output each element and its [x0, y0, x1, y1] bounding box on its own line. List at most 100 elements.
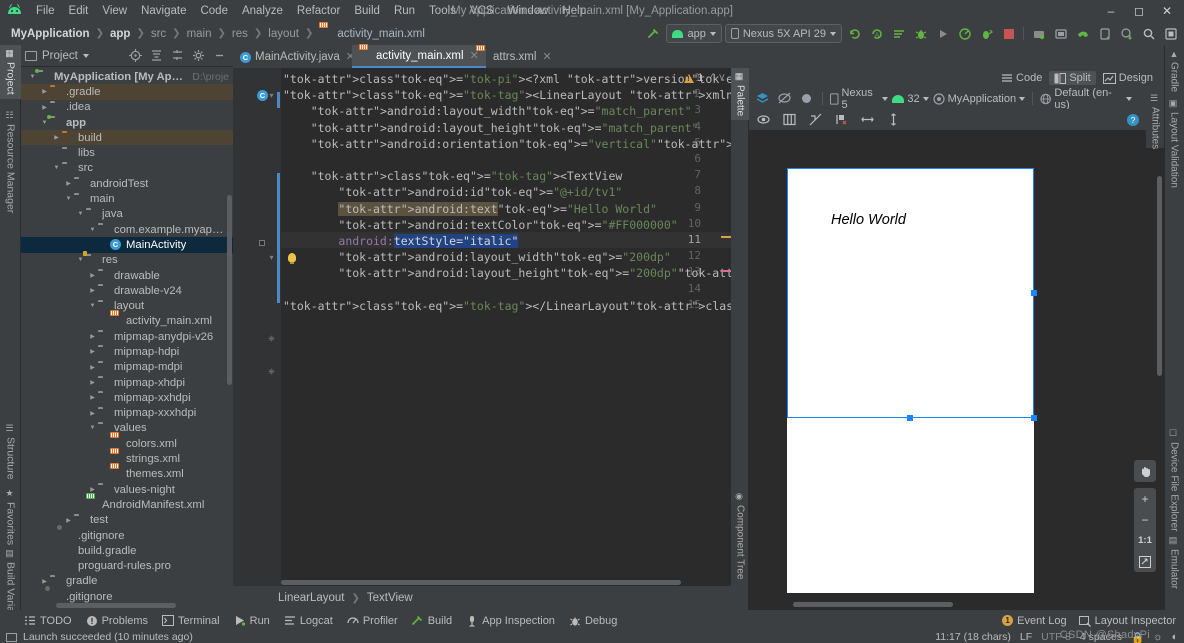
help-icon[interactable]: ?	[1123, 110, 1142, 129]
fold-end-icon[interactable]: ⎈	[267, 367, 276, 376]
sidebar-item-palette[interactable]: ▦ Palette	[731, 68, 749, 121]
tree-node-build-gradle[interactable]: build.gradle	[21, 543, 233, 558]
tree-expander[interactable]	[51, 134, 62, 141]
tree-node-mipmap-hdpi[interactable]: mipmap-hdpi	[21, 344, 233, 359]
sidebar-item-device-file-explorer[interactable]: ☐ Device File Explorer	[1164, 425, 1184, 535]
module-selector[interactable]: app	[666, 24, 722, 43]
avd-device-icon[interactable]	[1051, 24, 1070, 43]
layout-inspector-icon[interactable]	[1095, 24, 1114, 43]
code-line-7[interactable]: "tok-attr">class"tok-eq">="tok-tag"><Tex…	[283, 168, 623, 184]
code-line-13[interactable]: "tok-attr">android:layout_height"tok-eq"…	[283, 265, 731, 281]
intention-bulb-icon[interactable]	[288, 253, 296, 264]
code-line-10[interactable]: "tok-attr">android:textColor"tok-eq">="#…	[283, 217, 677, 233]
tree-node-proguard-rules-pro[interactable]: proguard-rules.pro	[21, 559, 233, 574]
tree-node-gradle[interactable]: .gradle	[21, 84, 233, 100]
tab-mainactivity-java[interactable]: C MainActivity.java ✕	[233, 45, 362, 68]
code-line-1[interactable]: "tok-attr">class"tok-eq">="tok-pi"><?xml…	[283, 71, 731, 87]
code-line-11[interactable]: android:textStyle="italic"	[283, 233, 519, 249]
tree-expander[interactable]	[39, 578, 50, 585]
menu-build[interactable]: Build	[347, 3, 387, 19]
eye-icon[interactable]	[754, 110, 773, 129]
horizontal-align-icon[interactable]	[858, 110, 877, 129]
sidebar-item-gradle[interactable]: ▲ Gradle	[1164, 45, 1184, 96]
scroll-from-source-icon[interactable]	[126, 46, 145, 65]
tree-expander[interactable]	[63, 196, 74, 202]
sidebar-item-resource-manager[interactable]: ☷ Resource Manager	[0, 107, 21, 217]
canvas-scrollbar-vertical[interactable]	[1157, 176, 1162, 376]
code-line-9[interactable]: "tok-attr">android:text"tok-eq">="Hello …	[283, 201, 657, 217]
bottom-item-layout-inspector[interactable]: Layout Inspector	[1078, 615, 1176, 627]
breadcrumb-main[interactable]: main	[184, 27, 215, 41]
menu-run[interactable]: Run	[387, 3, 422, 19]
minimize-button[interactable]: –	[1098, 0, 1124, 22]
menu-code[interactable]: Code	[193, 3, 235, 19]
code-editor[interactable]: 1 2 3 4 5 6 7 8 9 10 11 12 13 14 15 "tok-attr">class"t…	[233, 68, 731, 586]
vertical-align-icon[interactable]	[884, 110, 903, 129]
tab-attrs-xml[interactable]: attrs.xml ✕	[469, 45, 559, 68]
resize-handle-bottom[interactable]	[907, 415, 913, 421]
notification-icon[interactable]: ☼	[1153, 631, 1163, 643]
tree-node-myapplication-my-application[interactable]: MyApplication [My Application] D:\proje	[21, 69, 233, 84]
tree-expander[interactable]	[87, 303, 98, 309]
bottom-item-logcat[interactable]: Logcat	[284, 615, 333, 627]
bottom-item-problems[interactable]: Problems	[86, 615, 148, 627]
tree-expander[interactable]	[87, 394, 98, 401]
tree-node-libs[interactable]: libs	[21, 145, 233, 160]
zoom-out-button[interactable]: −	[1134, 509, 1156, 530]
tree-node-drawable[interactable]: drawable	[21, 268, 233, 283]
tree-node-gitignore[interactable]: .gitignore	[21, 528, 233, 543]
tree-expander[interactable]	[75, 257, 86, 263]
tree-node-mipmap-anydpi-v26[interactable]: mipmap-anydpi-v26	[21, 329, 233, 344]
tree-node-main[interactable]: main	[21, 191, 233, 206]
search-icon[interactable]	[1139, 24, 1158, 43]
design-preview-canvas[interactable]: Hello World + − 1:1	[749, 130, 1164, 610]
tree-node-app[interactable]: app	[21, 115, 233, 130]
tree-expander[interactable]	[87, 379, 98, 386]
fold-end-icon[interactable]: ⎈	[267, 334, 276, 343]
sdk-manager-icon[interactable]	[889, 24, 908, 43]
tree-node-androidtest[interactable]: androidTest	[21, 176, 233, 191]
menu-navigate[interactable]: Navigate	[134, 3, 193, 19]
caret-position[interactable]: 11:17 (18 chars)	[935, 631, 1011, 643]
tree-node-test[interactable]: test	[21, 513, 233, 528]
run-coverage-icon[interactable]	[955, 24, 974, 43]
code-text[interactable]: "tok-attr">class"tok-eq">="tok-pi"><?xml…	[281, 68, 731, 586]
mode-split-button[interactable]: Split	[1049, 71, 1096, 85]
menu-analyze[interactable]: Analyze	[235, 3, 290, 19]
next-problem-icon[interactable]: ˅	[719, 72, 725, 84]
pan-tool-button[interactable]	[1134, 460, 1156, 482]
tree-expander[interactable]	[87, 486, 98, 493]
resize-handle-corner[interactable]	[1031, 415, 1037, 421]
tree-expander[interactable]	[87, 425, 98, 431]
inspection-level-icon[interactable]: ◐	[1172, 631, 1178, 643]
tree-node-mipmap-mdpi[interactable]: mipmap-mdpi	[21, 360, 233, 375]
tree-node-mainactivity[interactable]: C MainActivity	[21, 237, 233, 253]
error-warn-icon[interactable]	[832, 110, 851, 129]
download-updates-icon[interactable]	[1117, 24, 1136, 43]
tree-expander[interactable]	[87, 272, 98, 279]
tree-expander[interactable]	[39, 104, 50, 111]
settings-gear-icon[interactable]	[1161, 24, 1180, 43]
tree-node-strings-xml[interactable]: strings.xml	[21, 451, 233, 466]
locale-selector[interactable]: Default (en-us)	[1040, 87, 1132, 111]
mode-design-button[interactable]: Design	[1098, 71, 1158, 85]
tree-expander[interactable]	[27, 74, 38, 80]
menu-file[interactable]: File	[29, 3, 62, 19]
bottom-item-event-log[interactable]: 1 Event Log	[1002, 615, 1067, 627]
tree-node-layout[interactable]: layout	[21, 298, 233, 313]
code-line-2[interactable]: "tok-attr">class"tok-eq">="tok-tag"><Lin…	[283, 87, 731, 103]
close-button[interactable]: ✕	[1154, 0, 1180, 22]
breadcrumb-layout[interactable]: layout	[265, 27, 302, 41]
api-level-selector[interactable]: 32	[892, 93, 929, 105]
tree-expander[interactable]	[63, 517, 74, 524]
sync-gradle-icon[interactable]	[845, 24, 864, 43]
breadcrumb-myapplication[interactable]: MyApplication	[8, 27, 93, 41]
project-scrollbar-vertical[interactable]	[227, 195, 232, 385]
menu-view[interactable]: View	[95, 3, 134, 19]
bottom-item-app-inspection[interactable]: App Inspection	[466, 615, 555, 627]
avd-manager-icon[interactable]: A	[867, 24, 886, 43]
prev-problem-icon[interactable]: ^	[710, 72, 715, 84]
tree-node-mipmap-xxhdpi[interactable]: mipmap-xxhdpi	[21, 390, 233, 405]
project-file-tree[interactable]: MyApplication [My Application] D:\proje .g…	[21, 67, 233, 610]
tree-expander[interactable]	[87, 348, 98, 355]
